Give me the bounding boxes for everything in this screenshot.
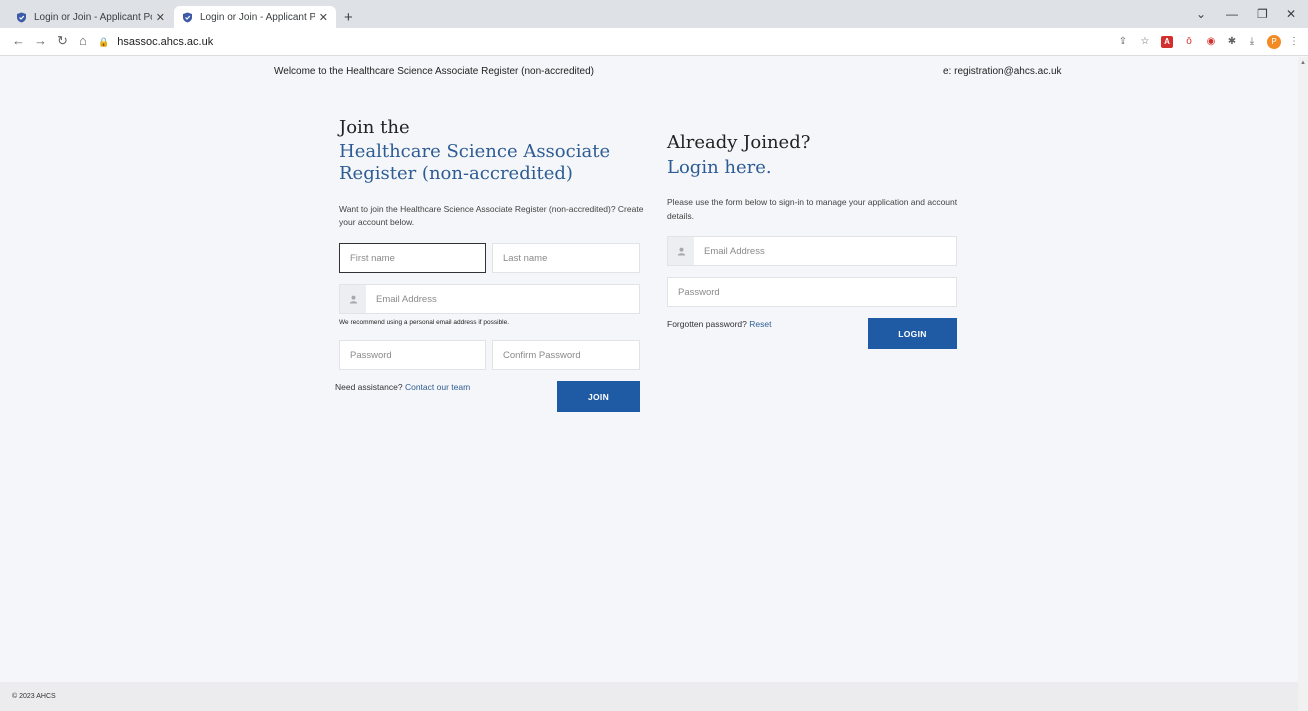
close-tab-icon[interactable]: ✕ bbox=[319, 11, 328, 24]
join-subheading: Healthcare Science Associate Register (n… bbox=[339, 141, 611, 184]
lock-icon: 🔒 bbox=[98, 36, 110, 47]
extensions-puzzle-icon[interactable]: ✱ bbox=[1226, 36, 1238, 48]
reset-password-link[interactable]: Reset bbox=[749, 319, 771, 329]
join-button[interactable]: JOIN bbox=[557, 381, 640, 412]
login-button[interactable]: LOGIN bbox=[868, 318, 957, 349]
scroll-up-icon[interactable]: ▲ bbox=[1300, 60, 1306, 66]
page-scrollbar[interactable] bbox=[1298, 57, 1308, 711]
assistance-label: Need assistance? bbox=[335, 382, 403, 392]
user-icon bbox=[668, 237, 694, 265]
close-window-icon[interactable]: ✕ bbox=[1286, 7, 1296, 21]
login-email-field[interactable] bbox=[667, 236, 957, 266]
contact-email: e: registration@ahcs.ac.uk bbox=[943, 66, 1062, 77]
bookmark-star-icon[interactable]: ☆ bbox=[1139, 36, 1151, 48]
join-email-field[interactable] bbox=[339, 284, 640, 314]
assistance-text: Need assistance? Contact our team bbox=[335, 382, 470, 392]
profile-avatar[interactable]: P bbox=[1267, 35, 1281, 49]
login-email-input[interactable] bbox=[694, 237, 956, 265]
pocket-extension-icon[interactable]: ◉ bbox=[1205, 36, 1217, 48]
login-description: Please use the form below to sign-in to … bbox=[667, 197, 958, 221]
page-footer: © 2023 AHCS bbox=[0, 682, 1298, 711]
shield-favicon-icon bbox=[182, 12, 193, 23]
first-name-field[interactable] bbox=[339, 243, 486, 273]
extension-icon[interactable]: ō bbox=[1183, 36, 1195, 48]
back-icon[interactable]: ← bbox=[12, 33, 25, 48]
minimize-icon[interactable]: — bbox=[1226, 7, 1238, 21]
forgot-password-label: Forgotten password? bbox=[667, 319, 747, 329]
join-password-field[interactable] bbox=[339, 340, 486, 370]
pdf-extension-icon[interactable]: A bbox=[1161, 36, 1173, 48]
first-name-input[interactable] bbox=[340, 244, 485, 272]
browser-toolbar: ← → ↻ ⌂ 🔒 hsassoc.ahcs.ac.uk ⇪ ☆ A ō ◉ ✱… bbox=[0, 28, 1308, 56]
forgot-password-text: Forgotten password? Reset bbox=[667, 319, 771, 329]
home-icon[interactable]: ⌂ bbox=[79, 33, 87, 48]
last-name-field[interactable] bbox=[492, 243, 640, 273]
welcome-text: Welcome to the Healthcare Science Associ… bbox=[274, 66, 594, 77]
tab-title: Login or Join - Applicant Portal bbox=[34, 11, 152, 23]
user-icon bbox=[340, 285, 366, 313]
share-icon[interactable]: ⇪ bbox=[1117, 36, 1129, 48]
join-description: Want to join the Healthcare Science Asso… bbox=[339, 204, 644, 227]
close-tab-icon[interactable]: ✕ bbox=[156, 11, 165, 24]
confirm-password-field[interactable] bbox=[492, 340, 640, 370]
confirm-password-input[interactable] bbox=[493, 341, 639, 369]
browser-tab[interactable]: Login or Join - Applicant Portal ✕ bbox=[8, 6, 173, 28]
new-tab-icon[interactable]: + bbox=[344, 9, 353, 26]
address-bar[interactable]: 🔒 hsassoc.ahcs.ac.uk bbox=[98, 32, 1098, 52]
join-heading: Join the bbox=[339, 117, 410, 138]
browser-tab-active[interactable]: Login or Join - Applicant Portal ✕ bbox=[174, 6, 336, 28]
copyright-text: © 2023 AHCS bbox=[12, 693, 56, 700]
login-heading: Already Joined? bbox=[667, 132, 811, 153]
url-text: hsassoc.ahcs.ac.uk bbox=[117, 36, 214, 48]
join-email-input[interactable] bbox=[366, 285, 639, 313]
shield-favicon-icon bbox=[16, 12, 27, 23]
download-icon[interactable]: ⤓ bbox=[1246, 36, 1258, 48]
restore-icon[interactable]: ❐ bbox=[1257, 7, 1268, 21]
reload-icon[interactable]: ↻ bbox=[57, 33, 68, 49]
login-subheading: Login here. bbox=[667, 157, 772, 178]
join-password-input[interactable] bbox=[340, 341, 485, 369]
login-password-field[interactable] bbox=[667, 277, 957, 307]
contact-team-link[interactable]: Contact our team bbox=[405, 382, 470, 392]
email-hint: We recommend using a personal email addr… bbox=[339, 319, 510, 326]
last-name-input[interactable] bbox=[493, 244, 639, 272]
menu-dots-icon[interactable]: ⋮ bbox=[1288, 36, 1300, 48]
browser-tab-strip: Login or Join - Applicant Portal ✕ Login… bbox=[0, 0, 1308, 28]
login-password-input[interactable] bbox=[668, 278, 956, 306]
forward-icon[interactable]: → bbox=[34, 33, 47, 48]
tab-search-icon[interactable]: ⌄ bbox=[1196, 7, 1206, 21]
tab-title: Login or Join - Applicant Portal bbox=[200, 11, 315, 23]
